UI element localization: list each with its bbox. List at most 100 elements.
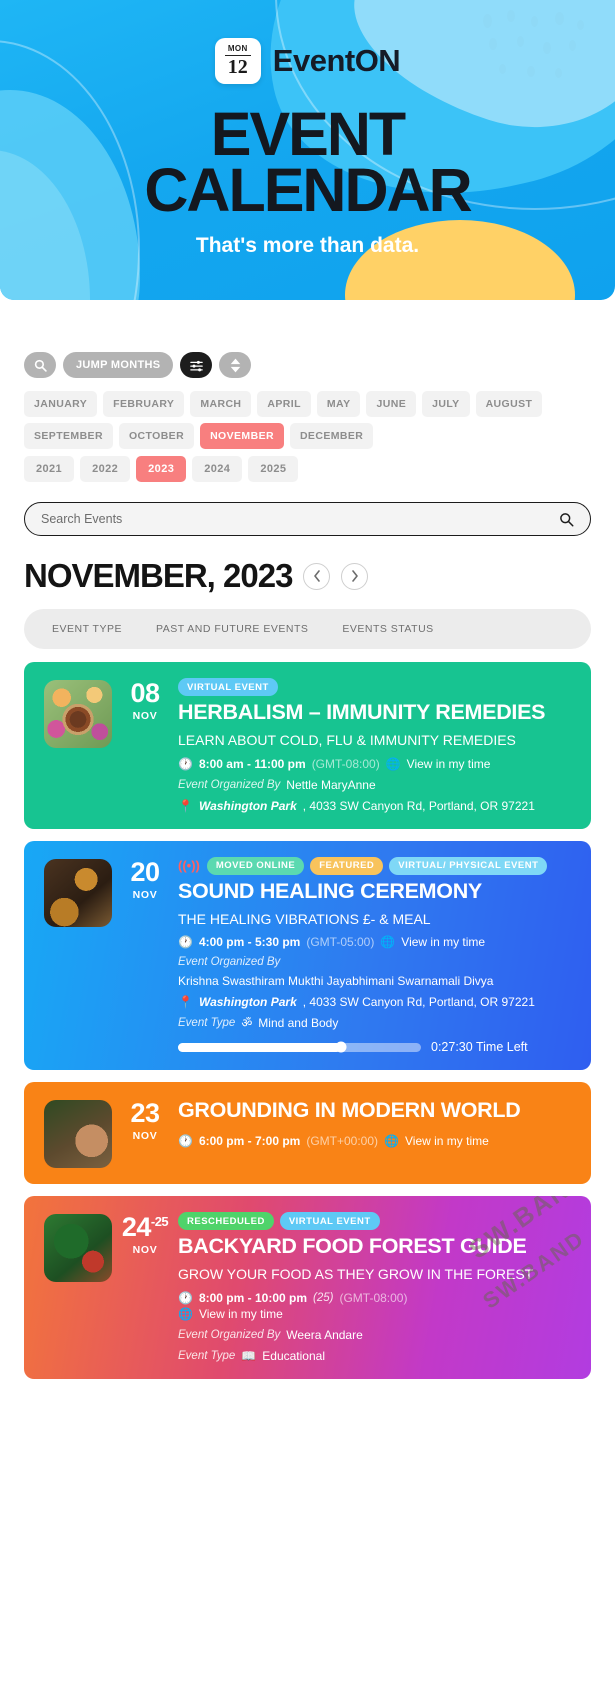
- event-details: RESCHEDULED VIRTUAL EVENT BACKYARD FOOD …: [178, 1212, 575, 1363]
- month-chip[interactable]: FEBRUARY: [103, 391, 185, 417]
- view-in-my-time-link[interactable]: View in my time: [199, 1307, 283, 1321]
- event-time: 6:00 pm - 7:00 pm: [198, 1134, 301, 1149]
- live-broadcast-icon: ((•)): [178, 858, 200, 874]
- status-badge: VIRTUAL EVENT: [178, 678, 278, 696]
- globe-icon: 🌐: [384, 1134, 399, 1149]
- event-date: 20 NOV: [112, 857, 178, 1055]
- location-address: , 4033 SW Canyon Rd, Portland, OR 97221: [302, 798, 535, 813]
- event-organizer-row: Event Organized By Nettle MaryAnne: [178, 778, 575, 792]
- status-badge: MOVED ONLINE: [206, 856, 305, 875]
- hero-title-line2: CALENDAR: [144, 156, 472, 225]
- event-card[interactable]: 08 NOV VIRTUAL EVENT HERBALISM – IMMUNIT…: [24, 662, 591, 829]
- year-chip-selected[interactable]: 2023: [136, 456, 187, 482]
- year-chip[interactable]: 2021: [24, 456, 75, 482]
- event-type-label: Event Type: [178, 1349, 236, 1362]
- event-details: ((•)) MOVED ONLINE FEATURED VIRTUAL/ PHY…: [178, 856, 575, 1054]
- countdown-progress-bar[interactable]: [178, 1041, 421, 1053]
- globe-icon: 🌐: [380, 935, 396, 950]
- organizer-label: Event Organized By: [178, 778, 281, 791]
- event-title[interactable]: GROUNDING IN MODERN WORLD: [178, 1098, 575, 1122]
- next-month-button[interactable]: [341, 562, 369, 590]
- event-subtitle: LEARN ABOUT COLD, FLU & IMMUNITY REMEDIE…: [178, 732, 516, 749]
- sort-order-button[interactable]: [219, 352, 252, 378]
- search-input[interactable]: [41, 512, 559, 526]
- view-in-my-time-link[interactable]: View in my time: [401, 935, 485, 949]
- sliders-icon: [190, 360, 203, 371]
- event-filter-bar: EVENT TYPE PAST AND FUTURE EVENTS EVENTS…: [24, 609, 591, 649]
- filter-events-status[interactable]: EVENTS STATUS: [342, 623, 433, 635]
- event-countdown-row: 0:27:30 Time Left: [178, 1040, 575, 1054]
- event-card[interactable]: 20 NOV ((•)) MOVED ONLINE FEATURED VIRTU…: [24, 840, 591, 1071]
- event-time-row: 🕐 8:00 am - 11:00 pm (GMT-08:00) 🌐 View …: [178, 757, 575, 771]
- event-badges: ((•)) MOVED ONLINE FEATURED VIRTUAL/ PHY…: [178, 856, 575, 875]
- event-title[interactable]: HERBALISM – IMMUNITY REMEDIES: [178, 700, 575, 724]
- map-pin-icon: 📍: [178, 995, 193, 1010]
- event-location-row: 📍 Washington Park , 4033 SW Canyon Rd, Po…: [178, 995, 575, 1009]
- view-in-my-time-link[interactable]: View in my time: [405, 1134, 489, 1148]
- page-title: NOVEMBER, 2023: [24, 557, 293, 594]
- progress-knob[interactable]: [335, 1041, 347, 1053]
- year-chip[interactable]: 2024: [192, 456, 243, 482]
- event-list: 08 NOV VIRTUAL EVENT HERBALISM – IMMUNIT…: [24, 662, 591, 1409]
- month-chip[interactable]: MARCH: [190, 391, 252, 417]
- year-filter-list: 2021 2022 2023 2024 2025: [24, 456, 591, 482]
- hero-banner: MON 12 EventON EVENT CALENDAR That's mor…: [0, 0, 615, 300]
- search-toggle-button[interactable]: [24, 352, 56, 378]
- event-day: 08: [130, 678, 160, 708]
- location-name: Washington Park: [198, 798, 297, 813]
- status-badge: RESCHEDULED: [178, 1212, 274, 1231]
- event-thumbnail: [44, 680, 112, 748]
- clock-icon: 🕐: [178, 1134, 193, 1149]
- month-chip-selected[interactable]: NOVEMBER: [200, 423, 284, 449]
- event-time: 8:00 am - 11:00 pm: [198, 756, 306, 771]
- month-chip[interactable]: JANUARY: [24, 391, 98, 417]
- globe-icon: 🌐: [385, 756, 401, 771]
- event-month: NOV: [132, 1130, 158, 1143]
- organizer-names: Weera Andare: [286, 1327, 363, 1342]
- event-timezone: (GMT+00:00): [306, 1134, 379, 1149]
- event-title[interactable]: BACKYARD FOOD FOREST GUIDE: [178, 1234, 575, 1258]
- hero-title-line1: EVENT: [210, 100, 406, 168]
- event-thumbnail: [44, 1100, 112, 1169]
- event-type-row: Event Type ॐ Mind and Body: [178, 1016, 575, 1030]
- jump-months-button[interactable]: JUMP MONTHS: [63, 352, 174, 378]
- month-chip[interactable]: SEPTEMBER: [24, 423, 113, 449]
- brand-name: EventON: [272, 43, 401, 78]
- event-day: 24-25: [121, 1212, 169, 1243]
- search-icon: [34, 359, 47, 372]
- filter-settings-button[interactable]: [180, 352, 213, 378]
- event-month: NOV: [132, 710, 158, 722]
- event-details: GROUNDING IN MODERN WORLD 🕐 6:00 pm - 7:…: [178, 1098, 575, 1168]
- month-chip[interactable]: OCTOBER: [118, 423, 195, 449]
- search-events-bar[interactable]: [24, 502, 591, 536]
- featured-badge: FEATURED: [310, 856, 384, 875]
- month-chip[interactable]: JUNE: [366, 391, 417, 417]
- event-timezone: (GMT-05:00): [306, 935, 375, 950]
- month-chip[interactable]: APRIL: [257, 391, 311, 417]
- event-time-suffix: (25): [313, 1291, 334, 1304]
- month-chip[interactable]: AUGUST: [475, 391, 543, 417]
- filter-event-type[interactable]: EVENT TYPE: [52, 623, 122, 635]
- event-view-time-row: 🌐 View in my time: [178, 1307, 575, 1321]
- event-type-label: Event Type: [178, 1017, 236, 1030]
- year-chip[interactable]: 2025: [248, 456, 299, 482]
- event-thumbnail: [44, 1214, 112, 1283]
- event-day-end: -25: [150, 1214, 169, 1230]
- event-card[interactable]: SW.BAND SW.BAND 24-25 NOV RESCHEDULED VI…: [24, 1196, 591, 1379]
- month-chip[interactable]: MAY: [316, 391, 361, 417]
- hero-title: EVENT CALENDAR: [144, 100, 472, 225]
- filter-past-future-events[interactable]: PAST AND FUTURE EVENTS: [156, 623, 308, 635]
- event-title[interactable]: SOUND HEALING CEREMONY: [178, 879, 575, 903]
- event-organizer-row: Event Organized By Weera Andare: [178, 1328, 575, 1342]
- event-card[interactable]: 23 NOV GROUNDING IN MODERN WORLD 🕐 6:00 …: [24, 1082, 591, 1185]
- view-in-my-time-link[interactable]: View in my time: [407, 757, 491, 771]
- event-day: 23: [130, 1098, 160, 1129]
- progress-fill: [178, 1042, 341, 1052]
- year-chip[interactable]: 2022: [80, 456, 131, 482]
- month-chip[interactable]: JULY: [422, 391, 470, 417]
- event-badges: RESCHEDULED VIRTUAL EVENT: [178, 1212, 575, 1231]
- event-time-row: 🕐 6:00 pm - 7:00 pm (GMT+00:00) 🌐 View i…: [178, 1134, 575, 1148]
- search-icon[interactable]: [559, 512, 574, 527]
- prev-month-button[interactable]: [303, 562, 331, 590]
- month-chip[interactable]: DECEMBER: [289, 423, 374, 449]
